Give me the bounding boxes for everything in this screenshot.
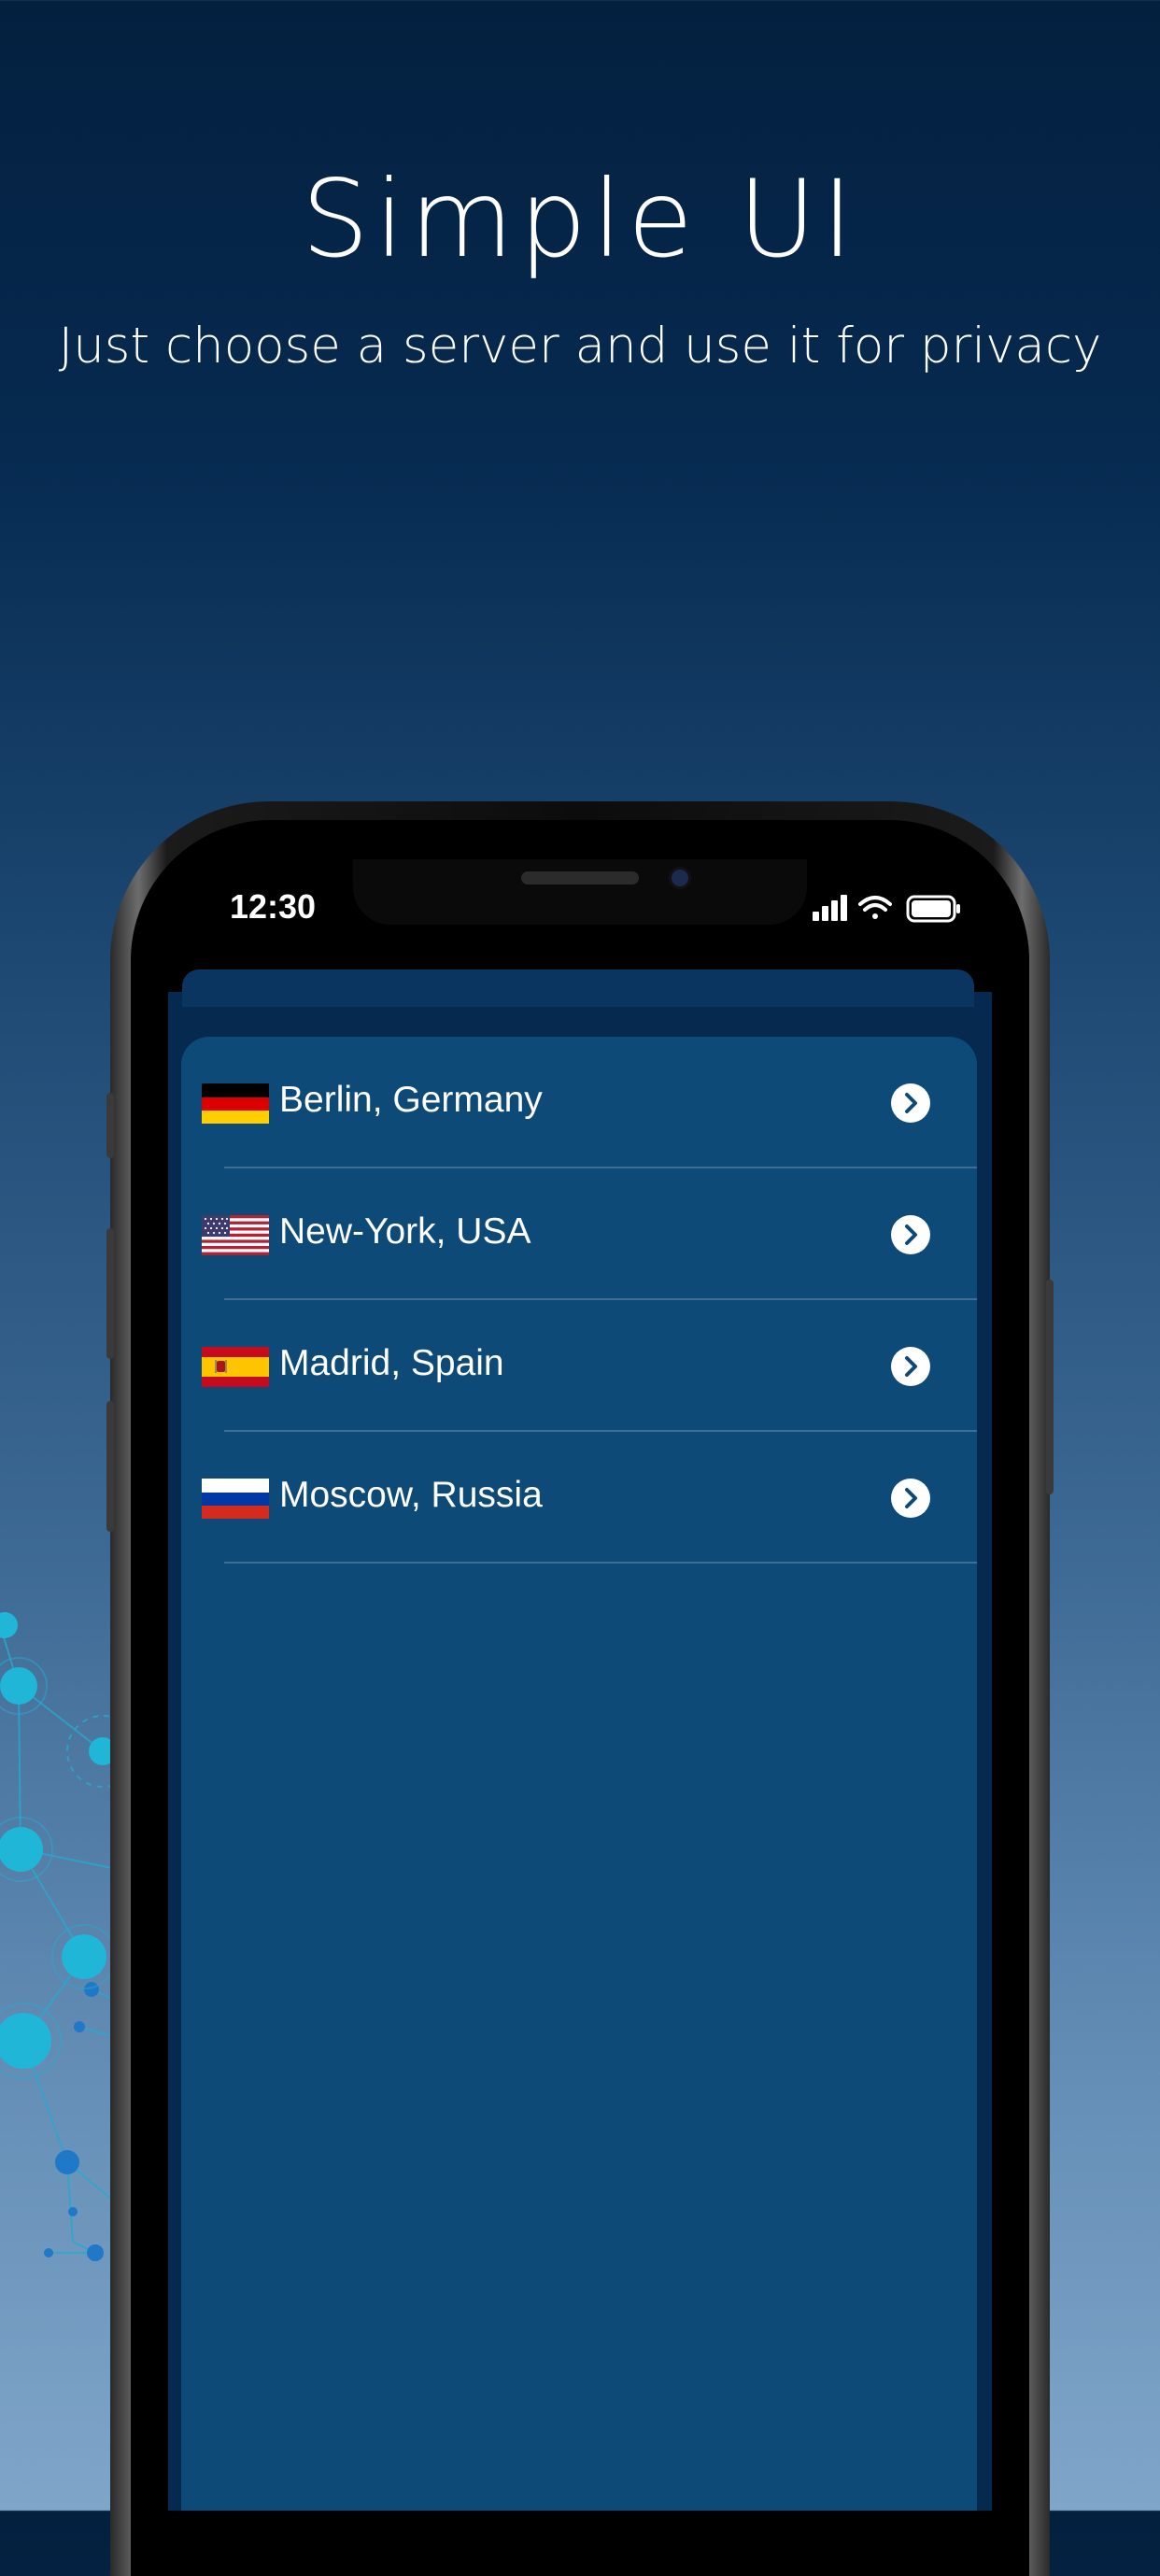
- row-divider: [224, 1562, 977, 1564]
- wifi-icon: [858, 896, 892, 919]
- mute-switch: [106, 1093, 114, 1158]
- signal-icon: [813, 895, 847, 921]
- earpiece-speaker: [521, 871, 639, 885]
- battery-icon: [906, 895, 960, 923]
- germany-flag-icon: [202, 1083, 269, 1124]
- server-row-new-york[interactable]: New-York, USA: [181, 1168, 977, 1300]
- sheet-background-layer: [182, 970, 974, 1007]
- status-icons: [813, 895, 960, 923]
- server-row-madrid[interactable]: Madrid, Spain: [181, 1300, 977, 1432]
- spain-flag-icon: [202, 1347, 269, 1387]
- chevron-right-icon[interactable]: [891, 1479, 930, 1518]
- status-time: 12:30: [230, 887, 317, 926]
- chevron-right-icon[interactable]: [891, 1347, 930, 1386]
- chevron-right-icon[interactable]: [891, 1083, 930, 1123]
- power-button: [1046, 1280, 1054, 1494]
- server-row-berlin[interactable]: Berlin, Germany: [181, 1037, 977, 1168]
- server-label: New-York, USA: [279, 1211, 531, 1252]
- server-label: Moscow, Russia: [279, 1475, 543, 1515]
- russia-flag-icon: [202, 1479, 269, 1519]
- front-camera: [672, 870, 688, 886]
- server-label: Madrid, Spain: [279, 1343, 504, 1383]
- chevron-right-icon[interactable]: [891, 1215, 930, 1254]
- usa-flag-icon: [202, 1215, 269, 1255]
- server-row-moscow[interactable]: Moscow, Russia: [181, 1432, 977, 1564]
- phone-notch: [353, 859, 807, 925]
- server-label: Berlin, Germany: [279, 1080, 543, 1120]
- volume-up-button: [106, 1228, 114, 1359]
- volume-down-button: [106, 1401, 114, 1532]
- promo-subtitle: Just choose a server and use it for priv…: [58, 318, 1102, 375]
- promo-headline: Simple UI: [301, 157, 859, 281]
